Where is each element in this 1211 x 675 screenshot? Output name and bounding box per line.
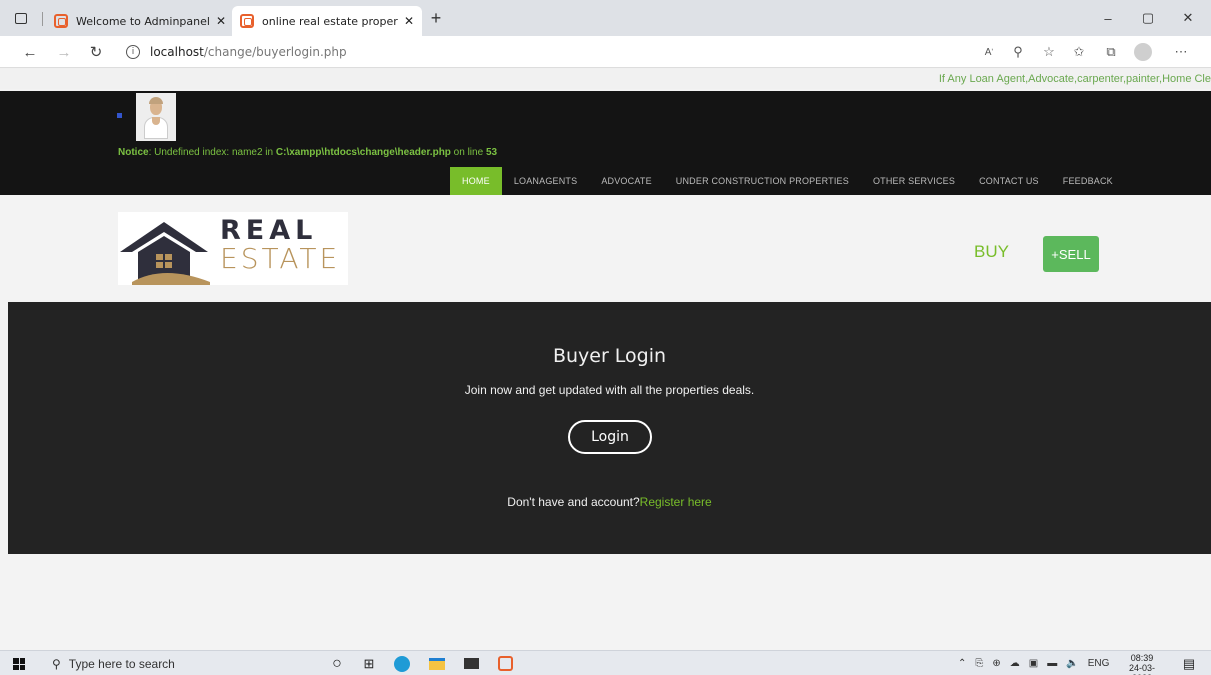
clock-time: 08:39 [1130, 653, 1154, 663]
page-title: Buyer Login [552, 345, 667, 367]
avatar[interactable] [136, 93, 176, 141]
network-globe-icon[interactable]: ⊕ [992, 658, 1000, 669]
taskbar-clock[interactable]: 08:39 24-03-2022 [1120, 653, 1164, 675]
show-hidden-icons-icon[interactable]: ⌃ [958, 658, 966, 669]
system-tray: ⌃ ⎘ ⊕ ☁ ▣ ▬ 🔈 ENG [958, 651, 1118, 675]
taskbar-search[interactable]: ⚲ Type here to search [42, 653, 292, 674]
broken-image-icon [117, 113, 122, 118]
forward-button[interactable]: → [50, 36, 78, 68]
hero-subtitle: Join now and get updated with all the pr… [464, 383, 755, 397]
register-prompt: Don't have and account?Register here [8, 495, 1211, 509]
site-top-bar: Notice: Undefined index: name2 in C:\xam… [0, 91, 1211, 195]
edge-icon[interactable] [389, 651, 415, 675]
favorite-icon[interactable]: ☆ [1036, 36, 1062, 68]
nav-feedback[interactable]: FEEDBACK [1051, 167, 1125, 195]
notice-mid: on line [450, 147, 486, 158]
profile-icon[interactable] [1130, 36, 1156, 68]
xampp-icon[interactable] [492, 651, 518, 675]
address-bar: ← → ↻ i localhost/change/buyerlogin.php … [0, 36, 1211, 68]
clock-date: 24-03-2022 [1128, 663, 1155, 675]
tab-actions-icon[interactable] [8, 0, 34, 36]
nav-contact-us[interactable]: CONTACT US [967, 167, 1051, 195]
more-menu-icon[interactable]: ⋯ [1166, 36, 1196, 68]
notifications-icon[interactable]: ▤ [1176, 651, 1202, 675]
file-explorer-icon[interactable] [424, 651, 450, 675]
house-logo-icon [120, 222, 210, 285]
php-notice: Notice: Undefined index: name2 in C:\xam… [118, 147, 497, 158]
search-placeholder: Type here to search [68, 656, 175, 671]
logo-text-estate: ESTATE [220, 242, 341, 275]
cortana-icon[interactable]: ○ [326, 651, 348, 675]
back-button[interactable]: ← [16, 36, 44, 68]
avatar-neck [152, 117, 160, 125]
url-field[interactable]: i localhost/change/buyerlogin.php [126, 40, 966, 64]
cloud-icon[interactable]: ☁ [1010, 658, 1020, 669]
tray-app-icon[interactable]: ⎘ [975, 658, 983, 669]
maximize-button[interactable]: ▢ [1128, 0, 1168, 36]
battery-icon[interactable]: ▬ [1047, 658, 1057, 669]
avatar-hair [149, 97, 163, 104]
register-prompt-text: Don't have and account? [507, 495, 640, 509]
nav-loanagents[interactable]: LOANAGENTS [502, 167, 590, 195]
buyer-login-hero: Buyer Login Join now and get updated wit… [8, 302, 1211, 554]
nav-other-services[interactable]: OTHER SERVICES [861, 167, 967, 195]
minimize-button[interactable]: – [1088, 0, 1128, 36]
display-icon[interactable]: ▣ [1029, 658, 1038, 669]
refresh-button[interactable]: ↻ [82, 36, 110, 68]
web-page: If Any Loan Agent,Advocate,carpenter,pai… [0, 69, 1211, 650]
info-icon[interactable]: i [126, 45, 140, 59]
xampp-favicon-icon [240, 14, 254, 28]
notice-line: 53 [485, 147, 498, 158]
tab-real-estate[interactable]: online real estate property mana ✕ [232, 6, 422, 36]
close-tab-icon[interactable]: ✕ [216, 14, 226, 28]
url-path: /change/buyerlogin.php [203, 45, 347, 59]
url-host: localhost [150, 45, 204, 59]
notice-path: C:\xampp\htdocs\change\header.php [275, 147, 451, 158]
tab-separator [42, 12, 43, 26]
volume-icon[interactable]: 🔈 [1066, 658, 1078, 669]
close-tab-icon[interactable]: ✕ [404, 14, 414, 28]
register-link[interactable]: Register here [640, 495, 712, 509]
announcement-marquee: If Any Loan Agent,Advocate,carpenter,pai… [0, 69, 1211, 89]
login-button[interactable]: Login [568, 420, 652, 454]
language-indicator[interactable]: ENG [1088, 658, 1110, 669]
notice-text: : Undefined index: name2 in [148, 147, 276, 158]
close-window-button[interactable]: ✕ [1168, 0, 1208, 36]
browser-tab-bar: Welcome to Adminpanel ✕ online real esta… [0, 0, 1211, 36]
main-nav: HOME LOANAGENTS ADVOCATE UNDER CONSTRUCT… [450, 167, 1125, 195]
favorites-list-icon[interactable]: ✩ [1066, 36, 1092, 68]
site-logo[interactable]: REAL ESTATE [118, 212, 348, 285]
sell-button[interactable]: +SELL [1043, 236, 1099, 272]
xampp-favicon-icon [54, 14, 68, 28]
tab-label: Welcome to Adminpanel [76, 14, 210, 28]
zoom-icon[interactable]: ⚲ [1005, 36, 1031, 68]
task-view-icon[interactable]: ⊞ [358, 651, 380, 675]
search-icon: ⚲ [52, 656, 61, 671]
windows-taskbar: ⚲ Type here to search ○ ⊞ ⌃ ⎘ ⊕ ☁ ▣ ▬ 🔈 … [0, 650, 1211, 675]
nav-home[interactable]: HOME [450, 167, 502, 195]
windows-start-icon[interactable] [13, 658, 25, 670]
buy-link[interactable]: BUY [974, 242, 1009, 262]
nav-advocate[interactable]: ADVOCATE [589, 167, 663, 195]
mail-icon[interactable] [458, 651, 484, 675]
read-aloud-icon[interactable]: Aʼ [976, 36, 1002, 68]
tab-label: online real estate property mana [262, 14, 398, 28]
tab-adminpanel[interactable]: Welcome to Adminpanel ✕ [46, 6, 234, 36]
collections-icon[interactable]: ⧉ [1098, 36, 1124, 68]
nav-under-construction[interactable]: UNDER CONSTRUCTION PROPERTIES [664, 167, 861, 195]
notice-label: Notice [118, 147, 149, 158]
new-tab-button[interactable]: + [424, 0, 448, 36]
